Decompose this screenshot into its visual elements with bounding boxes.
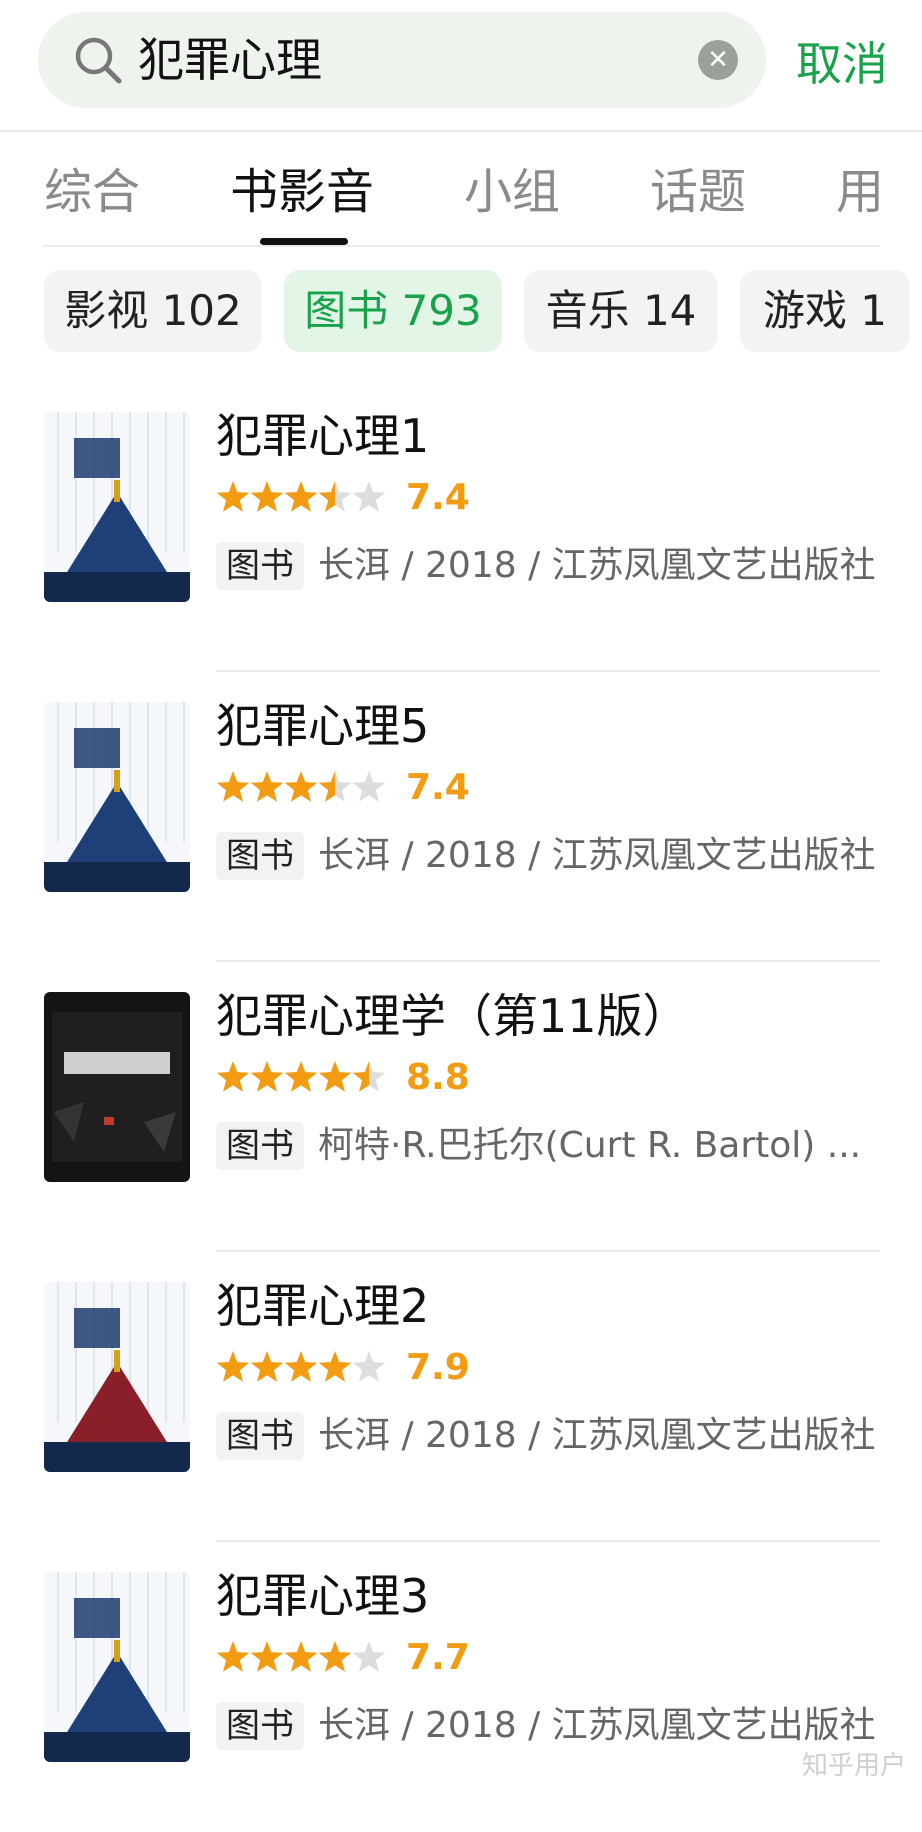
book-meta: 图书 长洱 / 2018 / 江苏凤凰文艺出版社 (216, 542, 886, 592)
rating-score: 7.4 (406, 767, 470, 808)
tab-all[interactable]: 综合 (44, 160, 140, 224)
tab-bar: 综合 书影音 小组 话题 用 (0, 150, 922, 250)
star-rating-icon (216, 481, 386, 512)
rating-score: 7.9 (406, 1347, 470, 1388)
active-tab-indicator (260, 238, 348, 245)
book-cover[interactable] (44, 412, 190, 602)
star-filled-icon (284, 771, 318, 802)
search-input[interactable]: 犯罪心理 ✕ (38, 12, 766, 108)
star-filled-icon (216, 771, 250, 802)
type-tag: 图书 (216, 832, 304, 880)
star-rating-icon (216, 1351, 386, 1382)
book-meta: 图书 柯特·R.巴托尔(Curt R. Bartol) ... (216, 1122, 886, 1172)
result-item-2[interactable]: 犯罪心理5 7.4 图书 长洱 / 2018 / 江苏凤凰文艺出版社 (0, 672, 922, 962)
star-rating-icon (216, 771, 386, 802)
author-year-publisher: 长洱 / 2018 / 江苏凤凰文艺出版社 (318, 835, 876, 876)
tab-users[interactable]: 用 (836, 160, 884, 224)
star-filled-icon (216, 1061, 250, 1092)
result-item-1[interactable]: 犯罪心理1 7.4 图书 长洱 / 2018 / 江苏凤凰文艺出版社 (0, 382, 922, 672)
star-filled-icon (216, 1351, 250, 1382)
result-item-3[interactable]: 犯罪心理学（第11版） 8.8 图书 柯特·R.巴托尔(Curt R. Bart… (0, 962, 922, 1252)
chip-music[interactable]: 音乐 14 (524, 270, 718, 352)
star-filled-icon (250, 1061, 284, 1092)
star-filled-icon (216, 1641, 250, 1672)
book-cover[interactable] (44, 1572, 190, 1762)
star-filled-icon (284, 481, 318, 512)
star-rating-icon (216, 1061, 386, 1092)
tabs-divider (42, 245, 880, 247)
star-filled-icon (250, 1641, 284, 1672)
tab-groups[interactable]: 小组 (464, 160, 560, 224)
book-title[interactable]: 犯罪心理1 (216, 404, 429, 468)
result-item-5[interactable]: 犯罪心理3 7.7 图书 长洱 / 2018 / 江苏凤凰文艺出版社 (0, 1542, 922, 1832)
star-empty-icon (352, 1351, 386, 1382)
book-meta: 图书 长洱 / 2018 / 江苏凤凰文艺出版社 (216, 1702, 886, 1752)
book-title[interactable]: 犯罪心理学（第11版） (216, 984, 689, 1048)
type-tag: 图书 (216, 1412, 304, 1460)
star-filled-icon (318, 1641, 352, 1672)
watermark: 知乎用户 (801, 1751, 906, 1781)
tab-books-movies-music[interactable]: 书影音 (230, 160, 374, 224)
type-tag: 图书 (216, 1122, 304, 1170)
star-filled-icon (318, 1351, 352, 1382)
book-cover[interactable] (44, 992, 190, 1182)
star-empty-icon (352, 1641, 386, 1672)
type-tag: 图书 (216, 542, 304, 590)
star-empty-icon (352, 771, 386, 802)
chip-movies[interactable]: 影视 102 (44, 270, 262, 352)
author-year-publisher: 柯特·R.巴托尔(Curt R. Bartol) ... (318, 1125, 862, 1166)
book-title[interactable]: 犯罪心理3 (216, 1564, 429, 1628)
rating-score: 8.8 (406, 1057, 470, 1098)
book-cover[interactable] (44, 702, 190, 892)
star-filled-icon (250, 771, 284, 802)
author-year-publisher: 长洱 / 2018 / 江苏凤凰文艺出版社 (318, 1705, 876, 1746)
clear-icon[interactable]: ✕ (698, 40, 738, 80)
book-title[interactable]: 犯罪心理5 (216, 694, 429, 758)
category-chips: 影视 102 图书 793 音乐 14 游戏 1 (0, 270, 922, 354)
star-empty-icon (352, 481, 386, 512)
star-filled-icon (250, 481, 284, 512)
book-title[interactable]: 犯罪心理2 (216, 1274, 429, 1338)
star-filled-icon (250, 1351, 284, 1382)
result-item-4[interactable]: 犯罪心理2 7.9 图书 长洱 / 2018 / 江苏凤凰文艺出版社 (0, 1252, 922, 1542)
chip-books[interactable]: 图书 793 (284, 270, 502, 352)
search-icon (75, 37, 122, 84)
chip-games[interactable]: 游戏 1 (740, 270, 910, 352)
star-filled-icon (284, 1351, 318, 1382)
search-header: 犯罪心理 ✕ 取消 (0, 0, 922, 130)
book-meta: 图书 长洱 / 2018 / 江苏凤凰文艺出版社 (216, 832, 886, 882)
star-filled-icon (284, 1641, 318, 1672)
star-filled-icon (318, 1061, 352, 1092)
type-tag: 图书 (216, 1702, 304, 1750)
author-year-publisher: 长洱 / 2018 / 江苏凤凰文艺出版社 (318, 545, 876, 586)
author-year-publisher: 长洱 / 2018 / 江苏凤凰文艺出版社 (318, 1415, 876, 1456)
cancel-button[interactable]: 取消 (796, 34, 888, 94)
star-filled-icon (216, 481, 250, 512)
rating-score: 7.7 (406, 1637, 470, 1678)
book-meta: 图书 长洱 / 2018 / 江苏凤凰文艺出版社 (216, 1412, 886, 1462)
book-cover[interactable] (44, 1282, 190, 1472)
search-query: 犯罪心理 (138, 33, 322, 87)
star-filled-icon (284, 1061, 318, 1092)
tab-topics[interactable]: 话题 (650, 160, 746, 224)
rating-score: 7.4 (406, 477, 470, 518)
star-rating-icon (216, 1641, 386, 1672)
header-divider (0, 130, 922, 132)
